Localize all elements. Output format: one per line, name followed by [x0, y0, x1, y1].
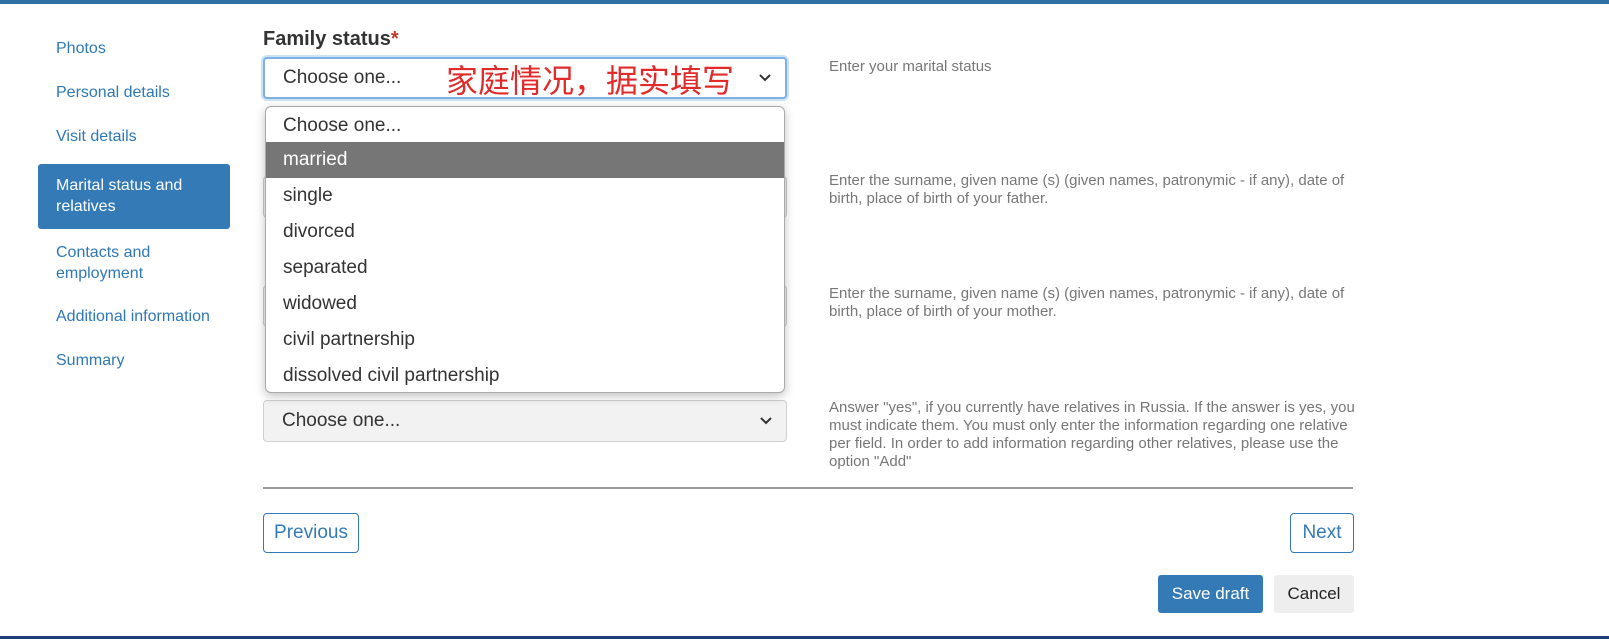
section-divider	[263, 487, 1353, 489]
sidebar-item-additional-information[interactable]: Additional information	[38, 306, 230, 330]
relatives-help: Answer "yes", if you currently have rela…	[829, 399, 1355, 470]
sidebar-nav: Photos Personal details Visit details Ma…	[38, 34, 230, 374]
option-divorced[interactable]: divorced	[266, 214, 784, 250]
save-draft-button[interactable]: Save draft	[1158, 575, 1263, 613]
sidebar-item-photos[interactable]: Photos	[38, 38, 230, 62]
option-separated[interactable]: separated	[266, 250, 784, 286]
family-status-label: Family status*	[263, 28, 399, 51]
option-married[interactable]: married	[266, 142, 784, 178]
sidebar-item-marital-status[interactable]: Marital status and relatives	[38, 164, 230, 229]
family-status-label-text: Family status	[263, 28, 391, 50]
sidebar-item-visit-details[interactable]: Visit details	[38, 126, 230, 150]
option-single[interactable]: single	[266, 178, 784, 214]
cancel-button[interactable]: Cancel	[1274, 575, 1354, 613]
family-status-dropdown: Choose one... married single divorced se…	[265, 106, 785, 393]
mother-help: Enter the surname, given name (s) (given…	[829, 285, 1345, 320]
option-civil-partnership[interactable]: civil partnership	[266, 322, 784, 358]
option-dissolved-civil-partnership[interactable]: dissolved civil partnership	[266, 358, 784, 392]
sidebar-item-summary[interactable]: Summary	[38, 350, 230, 374]
next-button[interactable]: Next	[1290, 513, 1354, 553]
required-marker: *	[390, 28, 399, 50]
family-status-help: Enter your marital status	[829, 58, 992, 75]
chevron-down-icon	[760, 401, 772, 457]
father-help: Enter the surname, given name (s) (given…	[829, 172, 1345, 207]
relatives-in-russia-select[interactable]: Choose one...	[263, 400, 787, 442]
sidebar-item-personal-details[interactable]: Personal details	[38, 82, 230, 106]
annotation-note: 家庭情况，据实填写	[446, 62, 735, 100]
option-widowed[interactable]: widowed	[266, 286, 784, 322]
chevron-down-icon	[759, 59, 771, 112]
previous-button[interactable]: Previous	[263, 513, 359, 553]
sidebar-item-contacts-employment[interactable]: Contacts and employment	[38, 242, 230, 284]
option-choose-one[interactable]: Choose one...	[266, 107, 784, 142]
relatives-selected-value: Choose one...	[282, 410, 401, 431]
family-status-selected-value: Choose one...	[283, 67, 402, 88]
top-accent-bar	[0, 0, 1609, 4]
